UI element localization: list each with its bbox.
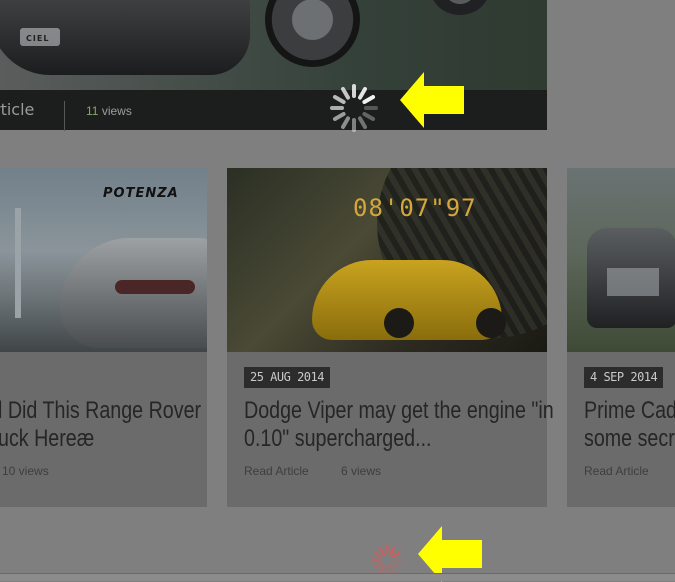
article-image[interactable]: POTENZA — [0, 168, 207, 352]
hero-badge-text: CIEL — [26, 34, 50, 43]
spinner-segment — [373, 562, 383, 569]
arrow-left-icon — [400, 72, 464, 128]
spinner-segment — [332, 112, 346, 121]
car-taillight — [115, 280, 195, 294]
divider — [64, 101, 65, 131]
loading-spinner-icon — [330, 84, 378, 132]
article-image[interactable] — [567, 168, 675, 352]
car-wheel — [476, 308, 506, 338]
article-views: 10 views — [2, 464, 49, 478]
spinner-segment — [378, 564, 385, 574]
read-article-link[interactable]: Read Article — [244, 464, 309, 478]
article-views: 6 views — [341, 464, 382, 478]
spinner-segment — [373, 551, 383, 558]
image-brand-text: POTENZA — [103, 186, 179, 201]
article-title-line: Dodge Viper may get the engine "in — [244, 397, 554, 424]
article-title-line: l Did This Range Rover — [0, 397, 202, 424]
hero-views-count: 11 — [86, 104, 99, 118]
arrow-left-icon — [418, 526, 482, 582]
spinner-segment — [389, 546, 396, 556]
date-badge: 4 SEP 2014 — [584, 367, 664, 388]
article-card[interactable] — [567, 168, 675, 507]
car-grille — [607, 268, 659, 296]
date-badge: 25 AUG 2014 — [244, 367, 330, 388]
spinner-segment — [391, 562, 401, 569]
article-title-line: uck Hereæ — [0, 425, 95, 452]
hero-views-label: views — [101, 104, 132, 118]
article-title-line: 0.10" supercharged... — [244, 425, 432, 452]
car-wheel — [384, 308, 414, 338]
article-card[interactable]: 08'07"97 — [227, 168, 547, 507]
bridge-pylon — [15, 208, 21, 318]
spinner-segment — [362, 95, 376, 104]
spinner-segment — [358, 86, 367, 100]
image-timer-text: 08'07"97 — [353, 194, 477, 222]
article-title[interactable]: Prime Cadill some secret — [584, 397, 675, 453]
article-title[interactable]: l Did This Range Rover uck Hereæ — [0, 397, 201, 453]
hero-views: 11 views — [86, 104, 132, 118]
spinner-segment — [389, 564, 396, 574]
article-title[interactable]: Dodge Viper may get the engine "in 0.10"… — [244, 397, 554, 453]
spinner-segment — [362, 112, 376, 121]
spinner-segment — [341, 86, 350, 100]
article-title-line: Prime Cadill — [584, 397, 675, 424]
article-image[interactable]: 08'07"97 — [227, 168, 547, 352]
hero-read-article-link[interactable]: rticle — [0, 100, 34, 119]
read-article-link[interactable]: Read Article — [584, 464, 649, 478]
spinner-segment — [391, 551, 401, 558]
spinner-segment — [358, 116, 367, 130]
spinner-segment — [378, 546, 385, 556]
article-title-line: some secret — [584, 425, 675, 452]
article-card[interactable]: POTENZA — [0, 168, 207, 507]
hero-article[interactable]: CIEL — [0, 0, 547, 130]
hero-info-bar — [0, 90, 547, 130]
spinner-segment — [341, 116, 350, 130]
spinner-segment — [332, 95, 346, 104]
